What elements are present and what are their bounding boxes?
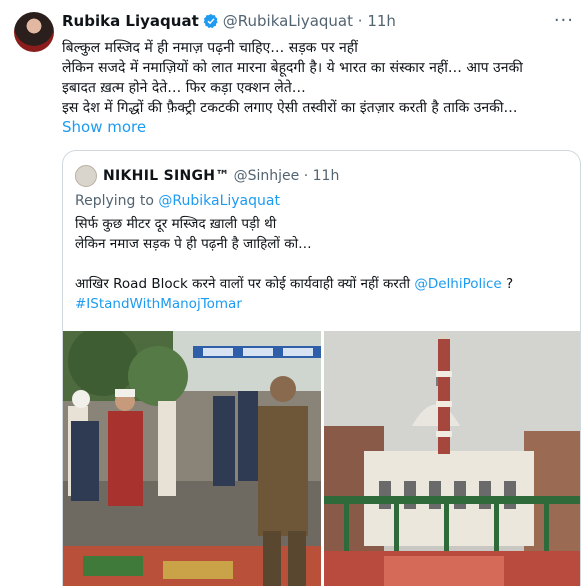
quoted-text: सिर्फ कुछ मीटर दूर मस्जिद ख़ाली पड़ी थी … [75,214,570,314]
tweet-time[interactable]: 11h [367,12,396,30]
author-handle[interactable]: @RubikaLiyaquat [223,12,353,30]
show-more-link[interactable]: Show more [62,118,146,136]
photo-street-prayer[interactable] [63,331,321,586]
quoted-line: सिर्फ कुछ मीटर दूर मस्जिद ख़ाली पड़ी थी [75,216,277,232]
verified-badge-icon [203,14,218,29]
quoted-author-name: NIKHIL SINGH™ [103,168,230,184]
separator-dot: · [299,168,313,184]
more-horizontal-icon[interactable]: ··· [554,10,574,31]
tweet-line: बिल्कुल मस्जिद में ही नमाज़ पढ़नी चाहिए…… [62,40,358,56]
quoted-line: लेकिन नमाज सड़क पे ही पढ़नी है जाहिलों क… [75,236,312,252]
replying-to-handle[interactable]: @RubikaLiyaquat [158,193,280,209]
photo-mosque[interactable] [324,331,580,586]
quoted-line-text: आखिर Road Block करने वालों पर कोई कार्यव… [75,276,415,292]
hashtag-link[interactable]: #IStandWithManojTomar [75,294,570,314]
quoted-tweet[interactable]: NIKHIL SINGH™ @Sinhjee · 11h Replying to… [62,150,581,586]
quoted-handle: @Sinhjee [233,168,300,184]
tweet-line: इबादत ख़त्म होने देते… फिर कड़ा एक्शन ले… [62,80,306,96]
replying-to: Replying to @RubikaLiyaquat [75,193,280,209]
mention-link[interactable]: @DelhiPolice [414,276,501,292]
tweet-line: लेकिन सजदे में नमाज़ियों को लात मारना बे… [62,60,523,76]
author-avatar[interactable] [14,12,54,52]
quoted-line-suffix: ? [501,276,514,292]
tweet-line: इस देश में गिद्धों की फ़ैक्ट्री टकटकी लग… [62,100,518,116]
tweet-header: Rubika Liyaquat @RubikaLiyaquat · 11h [62,12,396,30]
replying-prefix: Replying to [75,193,154,209]
quoted-time: 11h [312,168,340,184]
quoted-line: आखिर Road Block करने वालों पर कोई कार्यव… [75,274,570,294]
author-name[interactable]: Rubika Liyaquat [62,12,199,30]
quoted-header: NIKHIL SINGH™ @Sinhjee · 11h [75,165,339,187]
quoted-avatar [75,165,97,187]
tweet-text: बिल्कुल मस्जिद में ही नमाज़ पढ़नी चाहिए…… [62,38,578,118]
separator-dot: · [353,12,368,30]
